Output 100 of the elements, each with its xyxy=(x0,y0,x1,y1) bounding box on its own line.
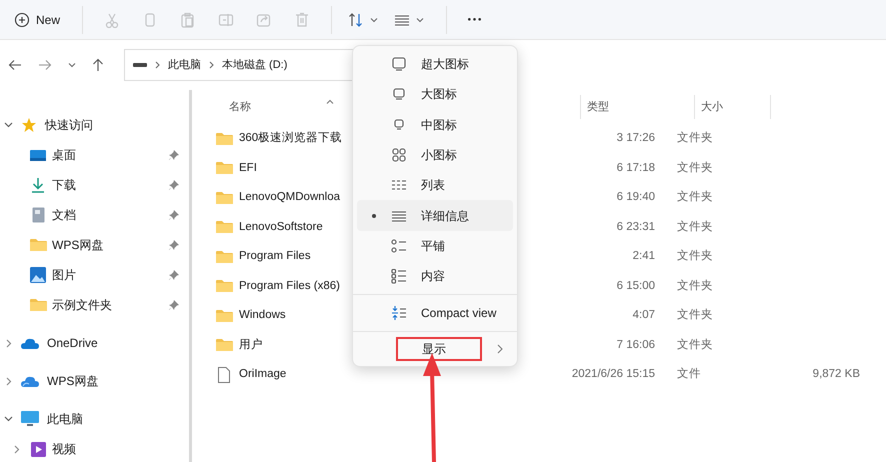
folder-icon xyxy=(216,161,233,176)
up-icon xyxy=(92,58,104,72)
caret-icon xyxy=(416,16,424,22)
folder-icon xyxy=(216,308,233,323)
column-header[interactable]: 大小 xyxy=(695,98,770,116)
menu-item[interactable]: 中图标 xyxy=(357,110,513,140)
folder-icon xyxy=(216,338,233,352)
monitor-icon xyxy=(21,411,39,427)
monitor-outline-icon xyxy=(391,86,407,102)
sort-icon xyxy=(348,12,364,28)
sidebar-item[interactable]: 快速访问 xyxy=(45,116,93,134)
folder-icon xyxy=(216,132,233,146)
type-cell-text: 文件夹 xyxy=(677,220,714,235)
chevron-right-icon xyxy=(497,344,503,354)
tiles-icon xyxy=(391,238,407,254)
monitor-outline-icon xyxy=(391,56,407,72)
address-field[interactable]: 此电脑 本地磁盘 (D:) xyxy=(124,49,354,81)
folder-icon xyxy=(216,279,233,294)
file-icon xyxy=(218,366,230,383)
date-cell: 6 23:31 xyxy=(616,220,655,233)
type-cell-text: 文件夹 xyxy=(677,130,714,146)
folder-icon xyxy=(216,220,233,234)
sidebar-item[interactable]: 下载 xyxy=(52,176,76,194)
sidebar-item[interactable]: 此电脑 xyxy=(47,410,83,428)
cloud-icon xyxy=(21,376,39,386)
back-icon xyxy=(8,59,22,71)
date-cell: 2021/6/26 15:15 xyxy=(572,368,655,380)
menu-item[interactable]: 列表 xyxy=(357,170,513,200)
grid-icon xyxy=(391,147,407,164)
file-name[interactable]: Program Files (x86) xyxy=(239,278,340,295)
share-icon xyxy=(256,12,272,28)
chevron-right-icon xyxy=(209,61,214,69)
folder-icon xyxy=(30,298,46,312)
picture-icon xyxy=(30,267,46,283)
type-cell-text: 文件 xyxy=(677,366,702,382)
file-name[interactable]: LenovoQMDownloa xyxy=(239,189,340,206)
document-icon xyxy=(32,207,44,223)
trash-icon xyxy=(294,12,310,28)
new-button[interactable]: New xyxy=(8,4,66,34)
download-icon xyxy=(31,177,45,193)
date-cell: 4:07 xyxy=(632,309,655,322)
cloud-icon xyxy=(21,338,39,348)
file-name[interactable]: Windows xyxy=(239,307,286,324)
collapse-caret-icon[interactable] xyxy=(4,376,13,386)
collapse-caret-icon[interactable] xyxy=(4,338,13,348)
sort-up-caret-icon xyxy=(326,98,334,104)
column-header[interactable]: 类型 xyxy=(581,98,694,116)
type-cell-text: 文件夹 xyxy=(677,248,714,264)
menu-item[interactable]: 内容 xyxy=(357,261,513,292)
menu-item[interactable]: 详细信息 xyxy=(357,200,513,231)
menu-item[interactable]: 超大图标 xyxy=(357,49,513,80)
sidebar-item[interactable]: 文档 xyxy=(52,206,76,224)
date-cell: 6 17:18 xyxy=(616,162,655,174)
date-cell: 2:41 xyxy=(632,250,655,262)
file-name[interactable]: 用户 xyxy=(239,336,263,354)
menu-item[interactable]: 小图标 xyxy=(357,140,513,170)
sidebar-item[interactable]: WPS网盘 xyxy=(47,372,98,390)
date-cell: 6 19:40 xyxy=(616,191,655,204)
column-header[interactable]: 名称 xyxy=(216,98,326,116)
type-cell-text: 文件夹 xyxy=(677,160,714,176)
file-name[interactable]: LenovoSoftstore xyxy=(239,218,323,236)
date-cell: 6 15:00 xyxy=(616,280,655,292)
folder-icon xyxy=(30,238,46,252)
date-cell: 7 16:06 xyxy=(616,338,655,351)
collapse-caret-icon[interactable] xyxy=(12,444,21,454)
chevron-right-icon xyxy=(155,61,160,69)
star-icon xyxy=(21,117,37,133)
type-cell-text: 文件夹 xyxy=(677,190,714,206)
video-icon xyxy=(30,442,46,456)
menu-item[interactable]: 大图标 xyxy=(357,79,513,110)
content-icon xyxy=(391,268,407,284)
show-menu-item[interactable]: 显示 xyxy=(396,337,482,362)
type-cell-text: 文件夹 xyxy=(677,308,714,324)
expand-caret-icon[interactable] xyxy=(4,120,13,130)
sidebar-item[interactable]: 桌面 xyxy=(52,146,76,164)
plus-circle-icon xyxy=(14,12,30,28)
type-cell-text: 文件夹 xyxy=(677,338,714,353)
breadcrumb[interactable]: 此电脑 xyxy=(168,56,201,74)
date-cell: 3 17:26 xyxy=(616,132,655,144)
forward-icon xyxy=(38,59,52,71)
sidebar-item[interactable]: 视频 xyxy=(52,440,76,458)
sidebar-item[interactable]: 示例文件夹 xyxy=(52,296,112,314)
type-cell-text: 文件夹 xyxy=(677,278,714,294)
history-caret-icon xyxy=(68,62,76,68)
sidebar-item[interactable]: 图片 xyxy=(52,266,76,284)
sidebar-item[interactable]: WPS网盘 xyxy=(52,236,104,254)
expand-caret-icon[interactable] xyxy=(4,414,13,424)
folder-icon xyxy=(216,250,233,264)
file-name[interactable]: Program Files xyxy=(239,248,311,266)
file-name[interactable]: 360极速浏览器下载 xyxy=(239,130,342,148)
breadcrumb[interactable]: 本地磁盘 (D:) xyxy=(222,56,288,74)
sidebar-item[interactable]: OneDrive xyxy=(47,334,98,352)
drive-icon xyxy=(133,62,147,68)
scissors-icon xyxy=(104,12,120,28)
desktop-icon xyxy=(30,148,46,162)
file-name[interactable]: EFI xyxy=(239,160,257,177)
clipboard-icon xyxy=(180,12,196,28)
compact-view-item[interactable]: Compact view xyxy=(357,298,513,328)
menu-item[interactable]: 平铺 xyxy=(357,230,513,262)
file-name[interactable]: OriImage xyxy=(239,366,286,384)
